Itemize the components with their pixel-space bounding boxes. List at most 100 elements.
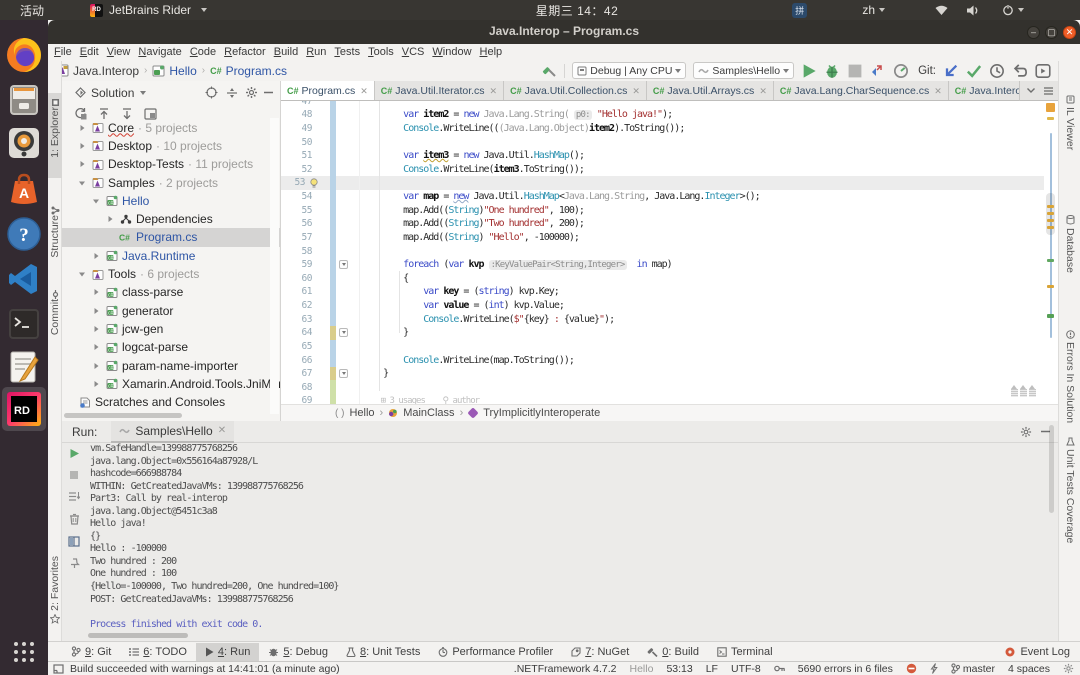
tree-chevron-icon[interactable] [92,362,100,370]
menu-item-tools[interactable]: Tools [364,46,398,58]
tree-item-param-name-importer[interactable]: c# param-name-importer [62,356,280,374]
activities-button[interactable]: 活动 [20,2,44,19]
tree-chevron-icon[interactable] [78,124,86,132]
network-icon[interactable] [935,5,948,16]
error-stripe[interactable] [1044,101,1058,404]
console-vscrollbar[interactable] [1049,425,1054,513]
crumb-file[interactable]: Program.cs [226,64,287,78]
console-hscrollbar[interactable] [88,633,188,638]
tree-chevron-icon[interactable] [78,142,86,150]
power-menu[interactable] [1002,4,1024,16]
editor-tab-java-util-iterator-cs[interactable]: C# Java.Util.Iterator.cs ✕ [375,81,505,100]
toolwindow-button-4-run[interactable]: 4: Run [195,642,260,661]
editor-tab-java-util-collection-cs[interactable]: C# Java.Util.Collection.cs ✕ [504,81,647,100]
history-button[interactable] [989,63,1005,79]
run-configuration-select[interactable]: Samples\Hello [693,62,795,79]
tree-chevron-icon[interactable] [78,179,86,187]
build-configuration-select[interactable]: Debug | Any CPU [572,62,687,79]
run-console-output[interactable]: vm.SafeHandle=139988775768256 java.lang.O… [90,443,1058,641]
tool-tab-favorites[interactable]: 2: Favorites [48,556,62,642]
git-branch-widget[interactable]: master [951,663,995,675]
run-anything-button[interactable] [1035,63,1051,79]
code-editor[interactable]: 47 48 var item2 = new Java.Lang.String( p… [281,101,1058,404]
tree-item-dependencies[interactable]: Dependencies [62,210,280,228]
toolwindow-button-5-debug[interactable]: 5: Debug [259,643,337,661]
menu-item-vcs[interactable]: VCS [398,46,429,58]
dock-rider-icon[interactable]: RD [6,391,42,427]
tool-tab-unit-tests-coverage[interactable]: Unit Tests Coverage [1059,437,1080,543]
explorer-hscrollbar[interactable] [64,413,182,418]
tree-item-tools[interactable]: Tools · 6 projects [62,265,280,283]
tree-item-java-runtime[interactable]: c# Java.Runtime [62,247,280,265]
build-hammer-icon[interactable] [542,63,557,78]
hector-inspections-icon[interactable] [930,663,938,674]
tree-chevron-icon[interactable] [92,380,100,388]
menu-item-file[interactable]: File [50,46,76,58]
status-framework[interactable]: .NETFramework 4.7.2 [514,663,617,675]
dock-rhythmbox-icon[interactable] [7,126,41,160]
run-button[interactable] [801,63,817,79]
tab-close-icon[interactable]: ✕ [490,86,498,97]
breadcrumb-class[interactable]: MainClass [403,407,454,419]
minimize-button[interactable]: – [1027,26,1040,39]
dock-help-icon[interactable]: ? [6,216,42,252]
stop-button[interactable] [847,63,863,79]
split-console-icon[interactable] [68,536,80,547]
tree-chevron-icon[interactable] [92,288,100,296]
menu-item-tests[interactable]: Tests [330,46,364,58]
tree-chevron-icon[interactable] [92,325,100,333]
tab-close-icon[interactable]: ✕ [934,86,942,97]
menu-item-edit[interactable]: Edit [76,46,103,58]
profiler-icon[interactable] [893,63,909,79]
event-log-button[interactable]: Event Log [1005,646,1070,658]
editor-tab-java-util-arrays-cs[interactable]: C# Java.Util.Arrays.cs ✕ [647,81,774,100]
dock-terminal-icon[interactable] [7,307,41,341]
sort-output-icon[interactable] [68,491,80,502]
readonly-key-icon[interactable] [773,665,785,672]
locate-button[interactable] [205,86,218,99]
tree-item-desktop-tests[interactable]: Desktop-Tests · 11 projects [62,155,280,173]
menu-item-build[interactable]: Build [270,46,302,58]
tree-chevron-icon[interactable] [92,307,100,315]
status-message[interactable]: Build succeeded with warnings at 14:41:0… [70,663,340,675]
tree-item-logcat-parse[interactable]: c# logcat-parse [62,338,280,356]
tool-tab-structure[interactable]: Structure [48,202,62,268]
volume-icon[interactable] [967,5,980,16]
crumb-project[interactable]: Hello [169,64,196,78]
dock-show-applications-icon[interactable] [13,641,35,663]
toolwindow-button-7-nuget[interactable]: 7: NuGet [562,643,638,661]
pin-tab-icon[interactable] [69,558,80,569]
tree-chevron-icon[interactable] [78,270,86,278]
debug-button[interactable] [824,63,840,79]
dock-vscode-icon[interactable] [7,262,41,296]
menu-item-help[interactable]: Help [476,46,507,58]
tabs-list-icon[interactable] [1043,86,1054,96]
inspections-status-icon[interactable] [1046,103,1055,112]
tree-item-hello[interactable]: c# Hello [62,192,280,210]
fold-marker-icon[interactable] [339,327,348,337]
tool-tab-commit[interactable]: Commit [48,286,62,350]
fold-marker-icon[interactable] [339,368,348,378]
hide-panel-button[interactable] [263,87,274,98]
clock[interactable]: 星期三 14：42 [536,2,619,19]
status-error-count[interactable]: 5690 errors in 6 files [798,663,893,675]
tab-close-icon[interactable]: ✕ [632,86,640,97]
tree-chevron-icon[interactable] [78,160,86,168]
app-menu[interactable]: RD JetBrains Rider [90,3,208,17]
git-commit-button[interactable] [966,63,982,79]
menu-item-view[interactable]: View [103,46,135,58]
tree-item-class-parse[interactable]: c# class-parse [62,283,280,301]
tree-chevron-icon[interactable] [106,215,114,223]
status-settings-icon[interactable] [1063,663,1074,674]
run-tab[interactable]: Samples\Hello ✕ [111,420,235,443]
git-update-button[interactable] [943,63,959,79]
status-line-ending[interactable]: LF [706,663,718,675]
hidden-tabs-chevron-icon[interactable] [1026,87,1036,95]
status-project[interactable]: Hello [630,663,654,675]
tool-tab-database[interactable]: Database [1059,215,1080,273]
menu-item-refactor[interactable]: Refactor [220,46,270,58]
editor-tab-program-cs[interactable]: C# Program.cs ✕ [281,81,375,100]
toolwindow-button-0-build[interactable]: 0: Build [638,643,708,661]
close-button[interactable]: ✕ [1063,26,1076,39]
collapse-expand-button[interactable] [226,87,238,99]
